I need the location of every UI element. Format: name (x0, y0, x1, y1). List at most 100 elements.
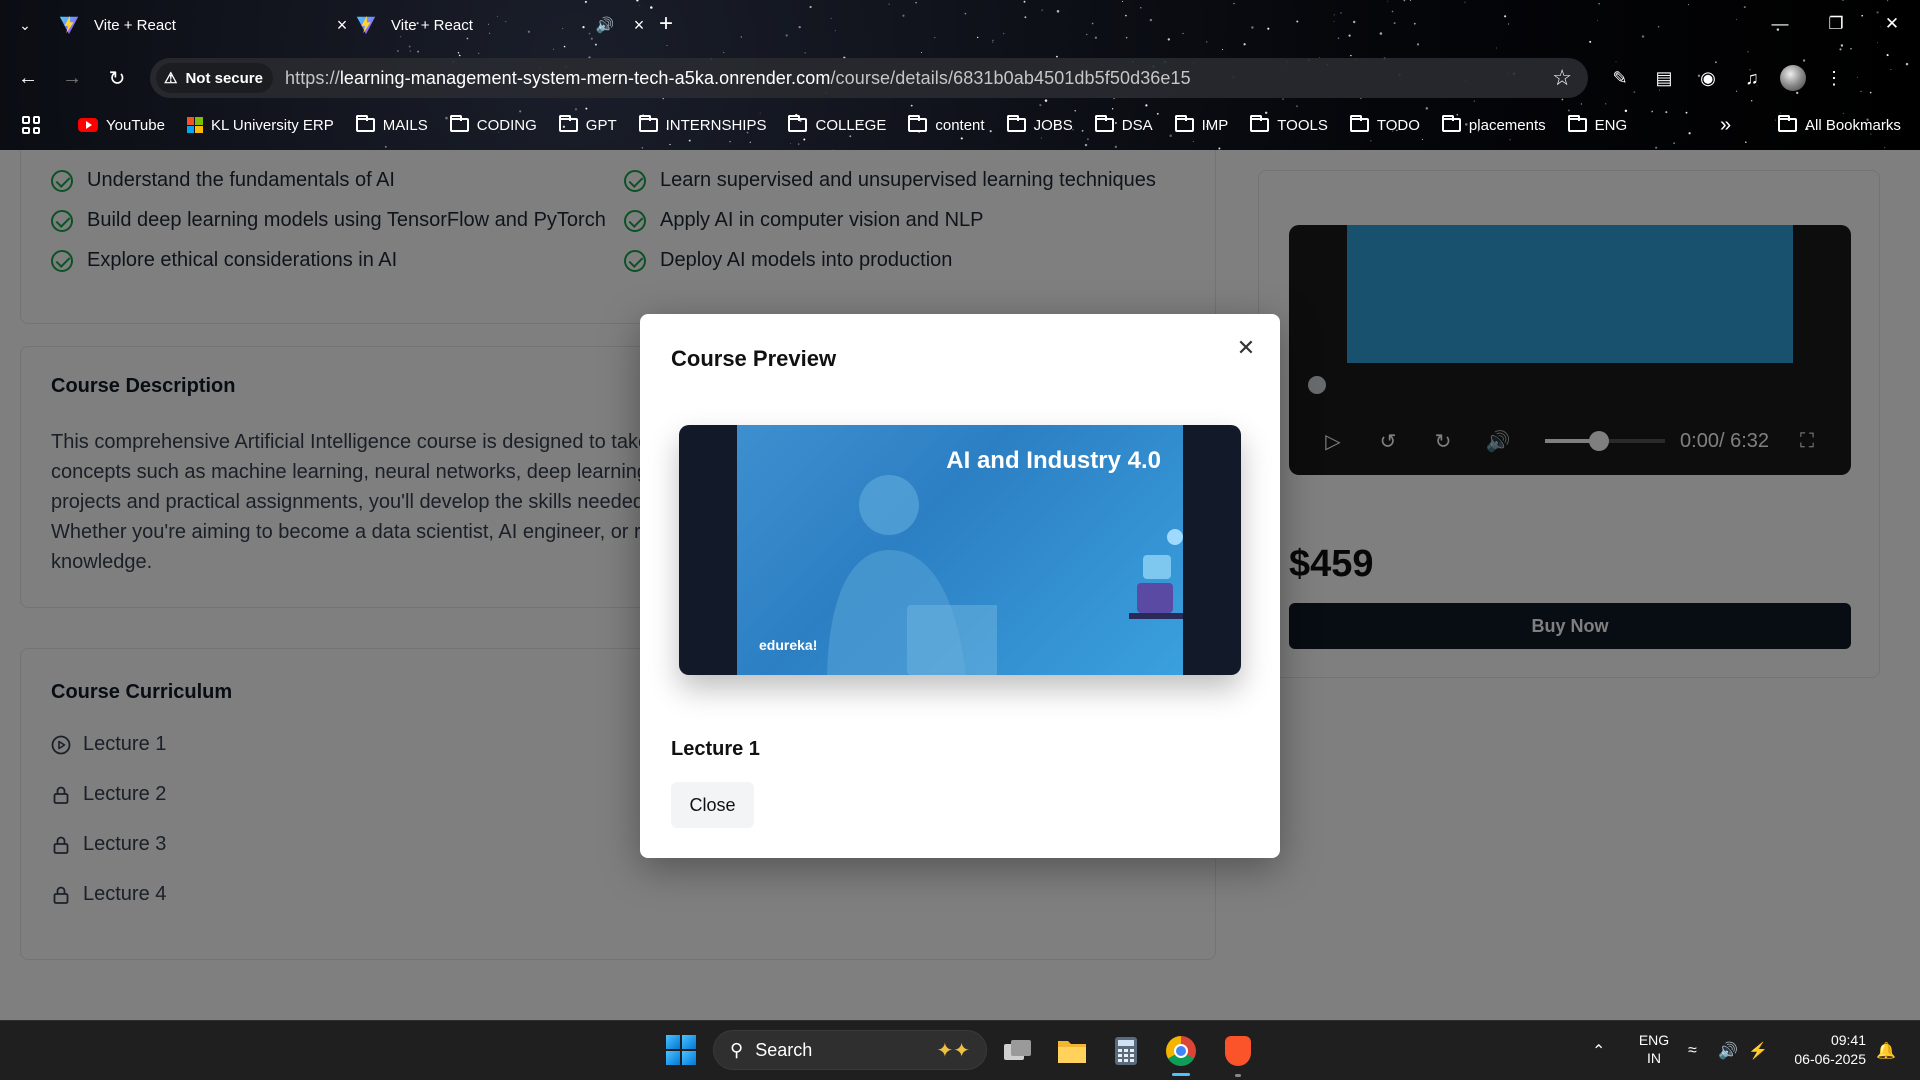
star (641, 147, 644, 149)
star (1111, 108, 1114, 110)
star (409, 50, 411, 52)
extensions-puzzle-icon[interactable]: ✎ (1604, 62, 1636, 94)
preview-video[interactable]: AI and Industry 4.0 edureka! (679, 425, 1241, 675)
star (1425, 107, 1429, 110)
bookmark-label: DSA (1121, 116, 1153, 134)
tab-close-icon[interactable]: × (628, 15, 650, 36)
bookmark-item[interactable]: INTERNSHIPS (638, 115, 766, 134)
language-code: ENG (1638, 1032, 1670, 1048)
star (1039, 104, 1042, 107)
bookmark-item[interactable]: CODING (449, 115, 537, 134)
bookmark-item[interactable]: ENG (1567, 115, 1628, 134)
language-indicator[interactable]: ENG IN (1634, 1031, 1674, 1067)
search-icon: ⚲ (730, 1039, 744, 1060)
star (384, 145, 387, 148)
bookmark-item[interactable]: content (908, 115, 985, 134)
address-bar[interactable]: ⚠ Not secure https://learning-management… (150, 58, 1588, 98)
file-explorer-icon[interactable] (1054, 1033, 1090, 1069)
battery-icon[interactable]: ⚡ (1748, 1021, 1768, 1080)
bookmark-label: CODING (476, 116, 537, 134)
reading-list-icon[interactable]: ▤ (1648, 62, 1680, 94)
video-thumbnail: AI and Industry 4.0 edureka! (737, 425, 1183, 675)
wifi-icon[interactable]: ≈ (1688, 1021, 1697, 1080)
star (804, 52, 806, 54)
calculator-icon[interactable] (1108, 1033, 1144, 1069)
apps-grid-icon[interactable] (22, 116, 40, 134)
brave-app-icon[interactable] (1220, 1033, 1256, 1069)
star (1473, 100, 1475, 102)
modal-title: Course Preview (671, 346, 837, 371)
star (688, 139, 691, 142)
star (1605, 103, 1607, 105)
tray-overflow-icon[interactable]: ⌃ (1592, 1021, 1605, 1080)
speaker-icon[interactable]: 🔊 (594, 16, 616, 34)
bookmark-list: YouTube KL University ERP MAILS CODING GPT IN… (78, 115, 1649, 134)
browser-chrome: ⌄ Vite + React × Vite + React 🔊 × + — ❐ (0, 0, 1920, 150)
close-icon[interactable]: ✕ (1234, 336, 1258, 360)
folder-icon (1094, 115, 1114, 132)
star (729, 140, 731, 143)
chrome-app-icon[interactable] (1163, 1033, 1199, 1069)
new-tab-button[interactable]: + (652, 10, 680, 38)
close-button[interactable]: Close (671, 782, 754, 828)
star (574, 108, 578, 111)
folder-icon (1006, 115, 1026, 132)
back-arrow-icon[interactable]: ← (12, 62, 44, 94)
star (417, 50, 420, 53)
bookmark-item[interactable]: TOOLS (1250, 115, 1328, 134)
media-control-icon[interactable]: ♫ (1736, 62, 1768, 94)
vite-favicon-icon (356, 15, 376, 35)
restore-icon[interactable]: ❐ (1808, 0, 1864, 48)
bookmarks-overflow-icon[interactable]: » (1720, 114, 1731, 137)
tab-search-dropdown-icon[interactable]: ⌄ (14, 14, 36, 36)
bookmark-item[interactable]: DSA (1094, 115, 1153, 134)
bookmark-item[interactable]: JOBS (1006, 115, 1073, 134)
forward-arrow-icon[interactable]: → (56, 62, 88, 94)
bookmark-item[interactable]: TODO (1349, 115, 1420, 134)
bookmark-item[interactable]: KL University ERP (186, 116, 334, 134)
security-chip[interactable]: ⚠ Not secure (156, 63, 273, 93)
bookmark-star-icon[interactable]: ☆ (1552, 65, 1572, 91)
tab-title: Vite + React (94, 16, 176, 34)
copilot-sparkle-icon: ✦✦ (936, 1039, 970, 1062)
star (1580, 103, 1582, 105)
bookmark-item[interactable]: MAILS (355, 115, 428, 134)
vite-favicon-icon (59, 15, 79, 35)
taskbar-search[interactable]: ⚲ Search ✦✦ (713, 1030, 987, 1070)
bookmark-label: GPT (585, 116, 617, 134)
windows-start-icon[interactable] (666, 1035, 696, 1065)
tab-vite-react-1[interactable]: Vite + React × (58, 8, 353, 42)
notification-bell-icon[interactable]: 🔔 (1876, 1021, 1896, 1080)
star (1084, 143, 1088, 147)
star (662, 97, 664, 100)
minimize-icon[interactable]: — (1752, 0, 1808, 48)
folder-icon (1567, 115, 1587, 132)
task-view-icon[interactable] (1000, 1033, 1036, 1069)
profile-avatar[interactable] (1780, 65, 1806, 91)
bookmark-item[interactable]: placements (1441, 115, 1546, 134)
bookmark-item[interactable]: GPT (558, 115, 617, 134)
tab-close-icon[interactable]: × (331, 15, 353, 36)
bookmark-label: YouTube (106, 116, 165, 134)
star (797, 143, 800, 145)
reload-icon[interactable]: ↻ (101, 62, 133, 94)
star (1673, 142, 1675, 144)
star (478, 52, 480, 54)
screenshot-icon[interactable]: ◉ (1692, 62, 1724, 94)
bookmark-item[interactable]: IMP (1174, 115, 1228, 134)
system-clock[interactable]: 09:41 06-06-2025 (1786, 1031, 1866, 1069)
close-window-icon[interactable]: ✕ (1864, 0, 1920, 48)
bookmark-label: ENG (1594, 116, 1628, 134)
bookmark-label: KL University ERP (210, 116, 334, 134)
all-bookmarks-button[interactable]: All Bookmarks (1778, 115, 1901, 134)
tab-vite-react-2[interactable]: Vite + React 🔊 × (355, 8, 650, 42)
volume-tray-icon[interactable]: 🔊 (1718, 1021, 1738, 1080)
star (1192, 141, 1194, 142)
bookmark-item[interactable]: YouTube (78, 117, 165, 134)
bookmark-item[interactable]: COLLEGE (788, 115, 886, 134)
menu-kebab-icon[interactable]: ⋮ (1818, 62, 1850, 94)
star (585, 107, 588, 110)
youtube-icon (78, 118, 98, 132)
star (1561, 98, 1564, 101)
url-text[interactable]: https://learning-management-system-mern-… (285, 68, 1191, 89)
